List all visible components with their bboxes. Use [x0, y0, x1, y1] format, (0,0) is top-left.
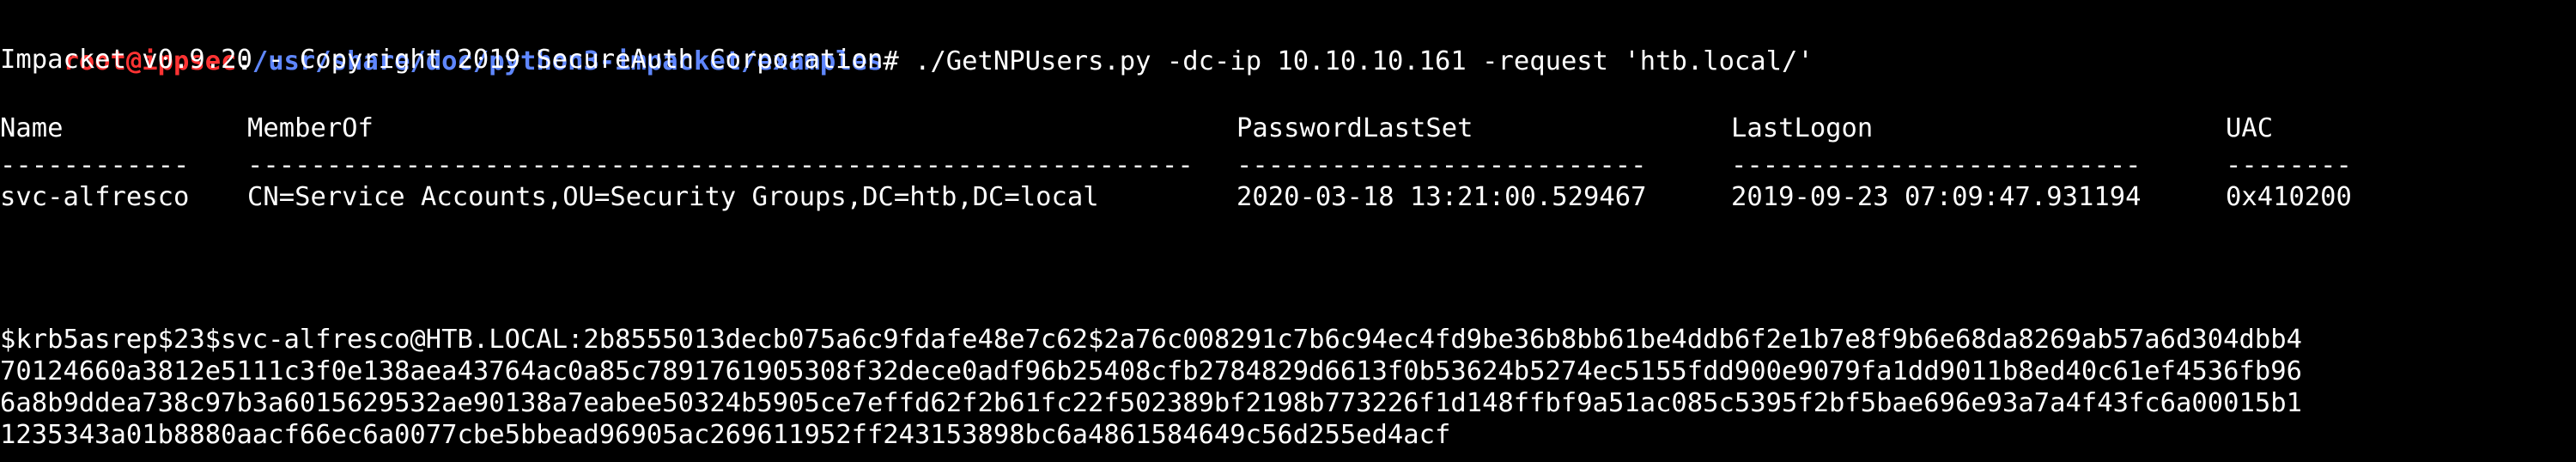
header-memberof: MemberOf	[247, 113, 374, 143]
cell-name: svc-alfresco	[0, 182, 190, 212]
terminal-window[interactable]: - - - - - - - - - root@ippsec:/usr/share…	[0, 0, 2576, 462]
cell-uac: 0x410200	[2226, 182, 2352, 212]
header-passwordlastset: PasswordLastSet	[1236, 113, 1473, 143]
header-lastlogon: LastLogon	[1731, 113, 1874, 143]
command-line[interactable]: root@ippsec:/usr/share/doc/python3-impac…	[0, 0, 1813, 76]
table-header-row: Name MemberOf PasswordLastSet LastLogon …	[0, 108, 2576, 149]
hash-line-4: 1235343a01b8880aacf66ec6a0077cbe5bbead96…	[0, 420, 1451, 450]
cell-lastlogon: 2019-09-23 07:09:47.931194	[1731, 182, 2142, 212]
header-name: Name	[0, 113, 64, 143]
cell-passwordlastset: 2020-03-18 13:21:00.529467	[1236, 182, 1647, 212]
table-row: svc-alfresco CN=Service Accounts,OU=Secu…	[0, 177, 2576, 218]
command-text: ./GetNPUsers.py -dc-ip 10.10.10.161 -req…	[898, 46, 1814, 76]
cell-memberof: CN=Service Accounts,OU=Security Groups,D…	[247, 182, 1099, 212]
prompt-symbol: #	[883, 46, 899, 76]
banner-line: Impacket v0.9.20 - Copyright 2019 Secure…	[0, 45, 884, 75]
header-uac: UAC	[2226, 113, 2274, 143]
